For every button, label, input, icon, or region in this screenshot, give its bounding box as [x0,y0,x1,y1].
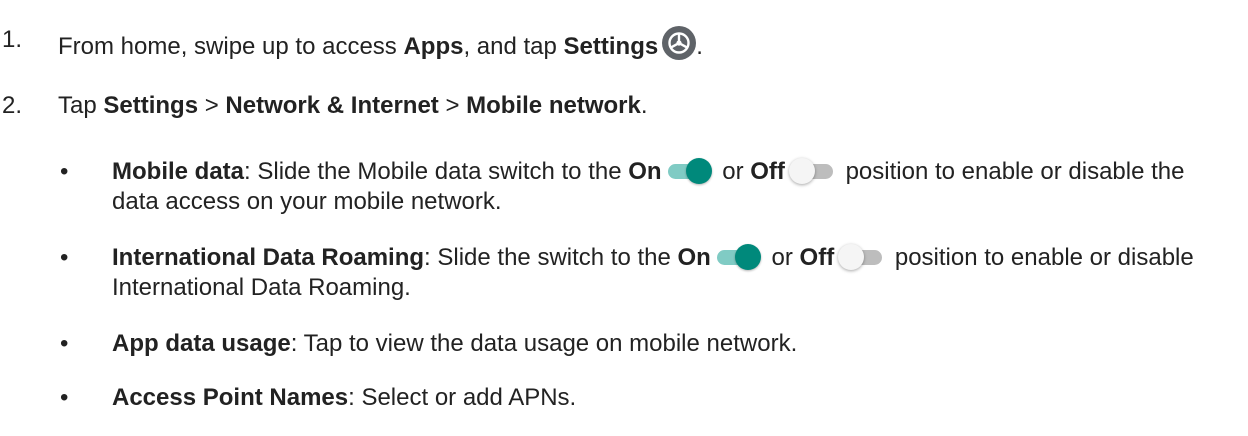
on-label: On [628,158,662,185]
toggle-off-icon [788,157,835,184]
bullet-body: International Data Roaming: Slide the sw… [112,243,1237,303]
step-number: 1. [2,26,23,53]
bullet-title: Access Point Names [112,384,349,411]
bullet-title: Mobile data [112,158,245,185]
settings-label: Settings [103,92,199,119]
toggle-on-icon [715,243,761,270]
toggle-off-icon [838,243,884,270]
bullet-title: App data usage [112,330,291,357]
bullet-text: or [715,158,751,185]
settings-gear-icon [662,26,697,60]
bullet-body: Access Point Names: Select or add APNs. [112,383,1237,413]
step-text-part: . [696,33,703,60]
off-label: Off [799,244,835,271]
network-internet-label: Network & Internet [225,92,439,119]
bullet-dot: • [60,330,69,357]
bullet-dot: • [60,244,69,271]
step-text-part: , and tap [463,33,564,60]
bullet-text: : Select or add APNs. [348,384,577,411]
step-text-part: Tap [58,92,104,119]
bullet-title: International Data Roaming [112,244,425,271]
bullet-body: Mobile data: Slide the Mobile data switc… [112,157,1237,217]
step-text-part: From home, swipe up to access [58,33,404,60]
settings-label: Settings [563,33,659,60]
bullet-text: : Tap to view the data usage on mobile n… [290,330,798,357]
mobile-network-label: Mobile network [466,92,641,119]
off-label: Off [750,158,785,185]
path-separator: > [198,92,226,119]
bullet-text: : Slide the Mobile data switch to the [244,158,629,185]
step-text-part: . [640,92,648,119]
step-text: Tap Settings > Network & Internet > Mobi… [58,92,648,120]
step-text: From home, swipe up to access Apps, and … [58,26,703,61]
bullet-body: App data usage: Tap to view the data usa… [112,329,1237,359]
path-separator: > [438,92,467,119]
on-label: On [677,244,711,271]
apps-label: Apps [403,33,464,60]
step-number: 2. [2,92,23,119]
bullet-text: : Slide the switch to the [424,244,678,271]
toggle-on-icon [666,157,712,184]
bullet-dot: • [60,384,69,411]
bullet-text: or [764,244,800,271]
bullet-dot: • [60,158,69,185]
